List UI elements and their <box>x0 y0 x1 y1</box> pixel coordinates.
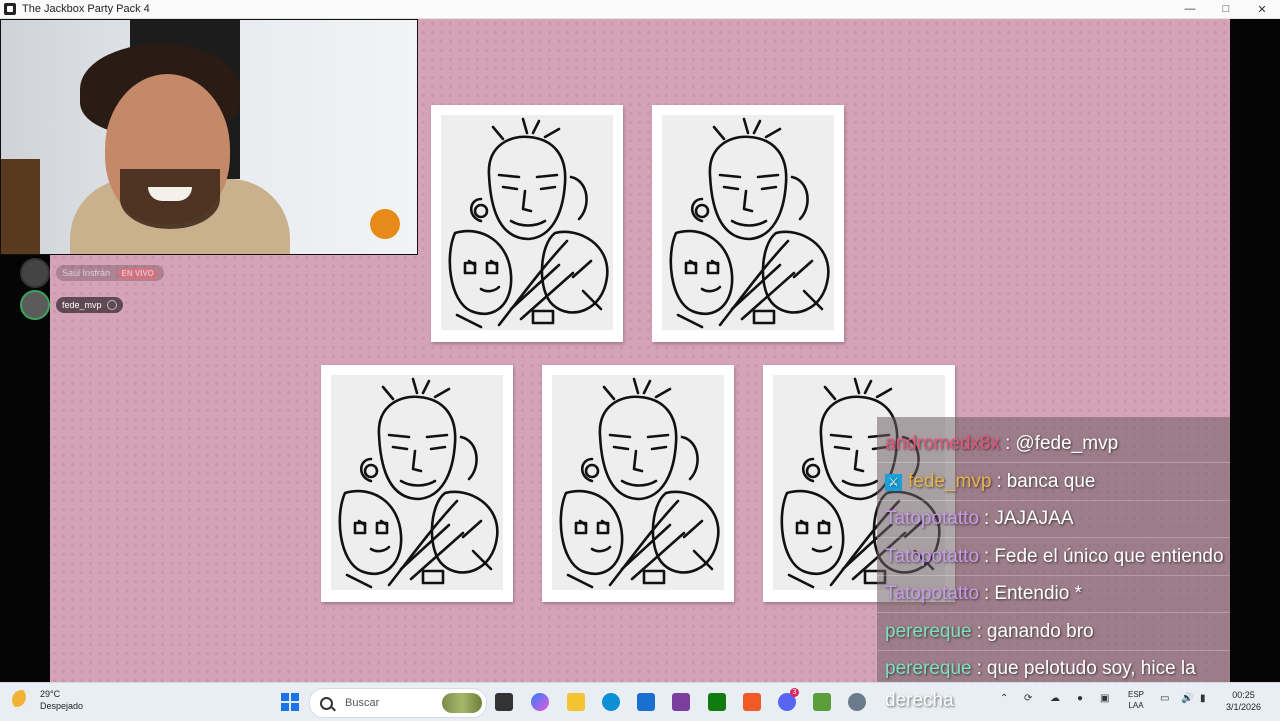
edge-icon[interactable] <box>602 693 620 711</box>
close-button[interactable]: ✕ <box>1244 0 1280 18</box>
chat-username: Tatopotatto <box>885 583 980 604</box>
avatar <box>20 290 50 320</box>
search-highlight-image <box>442 693 482 713</box>
clock-time: 00:25 <box>1232 690 1255 700</box>
sword-icon: ⚔ <box>885 473 902 491</box>
chat-message: Tatopotatto: Fede el único que entiendo <box>885 546 1224 567</box>
avatar <box>20 258 50 288</box>
taskbar-search[interactable]: Buscar <box>309 688 487 718</box>
moon-icon <box>12 690 32 710</box>
chat-message: andromedx8x: @fede_mvp <box>885 433 1119 454</box>
xbox-icon[interactable] <box>708 693 726 711</box>
minecraft-icon[interactable] <box>813 693 831 711</box>
task-view-icon[interactable] <box>495 693 513 711</box>
chat-text: banca que <box>1006 471 1096 492</box>
chat-text: Entendio * <box>994 583 1082 604</box>
chat-message: Tatopotatto: Entendio * <box>885 583 1082 604</box>
chat-message: perereque: ganando bro <box>885 621 1094 642</box>
battery-icon[interactable]: ▮ <box>1200 693 1206 704</box>
chat-username: perereque <box>885 621 972 642</box>
display-icon[interactable]: ▭ <box>1160 693 1169 704</box>
settings-icon[interactable] <box>848 693 866 711</box>
eye-icon <box>106 300 117 310</box>
sketch-drawing <box>669 117 830 329</box>
voice-user-name: fede_mvp <box>56 297 123 313</box>
maximize-button[interactable]: □ <box>1208 0 1244 18</box>
chat-username: Tatopotatto <box>885 546 980 567</box>
voice-user-saul[interactable]: Saúl Insfrán EN VIVO <box>20 258 164 288</box>
drawing-paper <box>441 115 613 330</box>
app-icon <box>4 3 16 15</box>
clock-date: 3/1/2026 <box>1226 702 1262 712</box>
system-clock[interactable]: 00:25 3/1/2026 <box>1226 689 1261 713</box>
chat-username: perereque <box>885 658 972 679</box>
chat-text: @fede_mvp <box>1015 433 1119 454</box>
chat-message: perereque: que pelotudo soy, hice la <box>885 658 1196 679</box>
drawing-card[interactable] <box>321 365 513 602</box>
sketch-drawing <box>448 117 609 329</box>
obs-icon[interactable] <box>672 693 690 711</box>
chat-message: ⚔ fede_mvp: banca que <box>885 471 1095 493</box>
brave-icon[interactable] <box>743 693 761 711</box>
volume-icon[interactable]: 🔊 <box>1181 693 1193 704</box>
drawing-card[interactable] <box>542 365 734 602</box>
drawing-card[interactable] <box>431 105 623 342</box>
window-titlebar: The Jackbox Party Pack 4 — □ ✕ <box>0 0 1280 19</box>
chat-username: fede_mvp <box>908 471 992 492</box>
cloud-icon[interactable]: ☁ <box>1050 693 1060 704</box>
search-placeholder: Buscar <box>345 697 380 709</box>
sketch-drawing <box>338 377 499 589</box>
drawing-card[interactable] <box>652 105 844 342</box>
chat-text: Fede el único que entiendo <box>994 546 1224 567</box>
file-explorer-icon[interactable] <box>567 693 585 711</box>
voice-user-name: Saúl Insfrán EN VIVO <box>56 265 164 281</box>
network-icon[interactable]: ▣ <box>1100 693 1109 704</box>
sketch-drawing <box>559 377 720 589</box>
taskbar: 29°C Despejado Buscar 3 ⌃ ⟳ ☁ ● ▣ ESP LAA… <box>0 682 1280 721</box>
discord-notification-badge: 3 <box>790 688 799 697</box>
webcam-feed <box>0 19 418 255</box>
weather-desc: Despejado <box>40 701 84 711</box>
chat-username: Tatopotatto <box>885 508 980 529</box>
store-icon[interactable] <box>637 693 655 711</box>
window-controls: — □ ✕ <box>1172 0 1280 18</box>
chat-message-continuation: derecha <box>885 690 954 711</box>
chat-text: ganando bro <box>986 621 1094 642</box>
search-icon <box>320 696 333 710</box>
voice-user-fede[interactable]: fede_mvp <box>20 290 123 320</box>
chat-text: que pelotudo soy, hice la <box>986 658 1196 679</box>
window-title: The Jackbox Party Pack 4 <box>22 3 150 15</box>
live-badge: EN VIVO <box>117 268 158 279</box>
drawing-paper <box>552 375 724 590</box>
drawing-paper <box>662 115 834 330</box>
windows-start-icon[interactable] <box>281 693 299 711</box>
chat-username: andromedx8x <box>885 433 1001 454</box>
weather-widget[interactable]: 29°C Despejado <box>12 688 83 712</box>
chat-overlay: andromedx8x: @fede_mvp ⚔ fede_mvp: banca qu… <box>877 417 1230 682</box>
chevron-up-icon[interactable]: ⌃ <box>1000 693 1008 704</box>
weather-temp: 29°C <box>40 689 61 699</box>
sync-icon[interactable]: ⟳ <box>1024 693 1032 704</box>
language-indicator[interactable]: ESP LAA <box>1128 689 1144 711</box>
drawing-paper <box>331 375 503 590</box>
chat-text: JAJAJAA <box>994 508 1074 529</box>
chat-message: Tatopotatto: JAJAJAA <box>885 508 1074 529</box>
letterbox-right <box>1230 19 1280 682</box>
copilot-icon[interactable] <box>531 693 549 711</box>
microphone-icon[interactable]: ● <box>1077 693 1083 704</box>
minimize-button[interactable]: — <box>1172 0 1208 18</box>
